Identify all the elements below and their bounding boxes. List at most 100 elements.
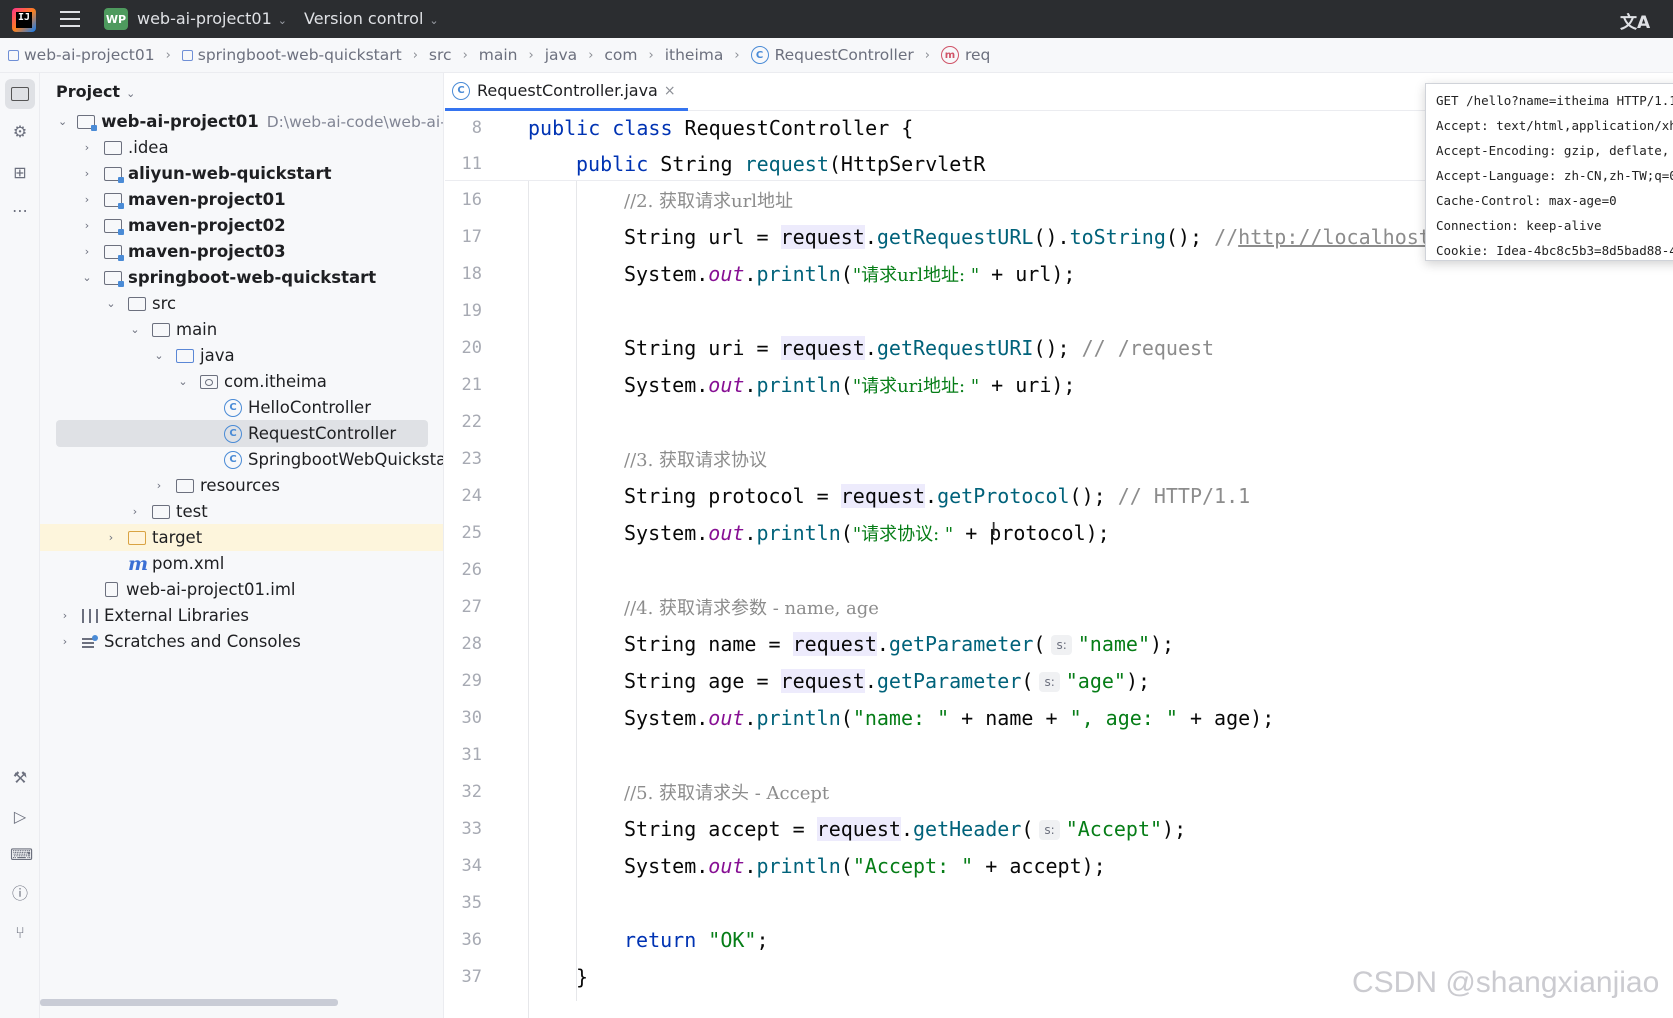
structure-icon[interactable]: ⊞ xyxy=(10,163,30,183)
build-hammer-icon[interactable]: ⚒ xyxy=(10,768,30,788)
line-number: 25 xyxy=(461,522,482,543)
parameter-hint: s: xyxy=(1039,672,1060,692)
string-literal: "请求url地址: " xyxy=(852,264,980,286)
line-number: 30 xyxy=(461,707,482,728)
breadcrumb-item-src[interactable]: src xyxy=(429,46,452,64)
tree-item-idea[interactable]: › .idea xyxy=(40,134,443,161)
code-line[interactable]: 29 String age = request.getParameter(s: "… xyxy=(445,662,1673,699)
breadcrumb-item-class[interactable]: C RequestController xyxy=(750,46,914,64)
chevron-right-icon: › xyxy=(62,635,68,648)
class-icon: C xyxy=(750,46,769,64)
tree-item-test[interactable]: › test xyxy=(40,498,443,525)
breadcrumb-item-itheima[interactable]: itheima xyxy=(665,46,724,64)
module-folder-icon xyxy=(104,218,124,235)
tree-item-maven-project02[interactable]: › maven-project02 xyxy=(40,212,443,239)
tree-item-maven-project03[interactable]: › maven-project03 xyxy=(40,238,443,265)
folder-icon xyxy=(104,140,122,155)
tree-item-root[interactable]: ⌄ web-ai-project01 D:\web-ai-code\web-ai… xyxy=(40,108,443,135)
code-line[interactable]: 24 String protocol = request.getProtocol… xyxy=(445,477,1673,514)
method-declaration: public String request(HttpServletR xyxy=(576,151,986,176)
string-literal: "age" xyxy=(1065,668,1126,693)
code-line[interactable]: 32 //5. 获取请求头 - Accept xyxy=(445,773,1673,810)
string-literal: "请求协议: " xyxy=(852,523,954,545)
project-switcher[interactable]: web-ai-project01 ⌄ xyxy=(137,9,287,28)
code-line[interactable]: 26 xyxy=(445,551,1673,588)
translate-icon[interactable]: 文A xyxy=(1620,8,1650,33)
class-declaration: public class RequestController { xyxy=(528,115,914,140)
chevron-right-icon: › xyxy=(84,193,90,206)
tree-item-external-libraries[interactable]: › External Libraries xyxy=(40,602,443,629)
chevron-down-icon: ⌄ xyxy=(277,14,287,27)
tree-item-pom-xml[interactable]: m pom.xml xyxy=(40,550,443,577)
tree-item-request-controller[interactable]: C RequestController xyxy=(56,420,428,447)
more-tools-icon[interactable]: ⋯ xyxy=(10,201,30,221)
code-line[interactable]: 23 //3. 获取请求协议 xyxy=(445,440,1673,477)
code-line[interactable]: 25 System.out.println("请求协议: " + protoco… xyxy=(445,514,1673,551)
line-number: 28 xyxy=(461,633,482,654)
version-control-menu[interactable]: Version control ⌄ xyxy=(304,9,439,28)
code-line[interactable]: 19 xyxy=(445,292,1673,329)
code-line[interactable]: 35 xyxy=(445,884,1673,921)
tree-item-maven-project01[interactable]: › maven-project01 xyxy=(40,186,443,213)
intellij-logo-icon[interactable]: IJ xyxy=(12,8,36,32)
breadcrumb-item-module[interactable]: springboot-web-quickstart xyxy=(181,46,402,64)
breadcrumb-item-method[interactable]: m req xyxy=(940,46,990,64)
terminal-icon[interactable]: ⌨ xyxy=(10,845,33,865)
tab-request-controller[interactable]: C RequestController.java × xyxy=(445,73,688,111)
code-line[interactable]: 27 //4. 获取请求参数 - name, age xyxy=(445,588,1673,625)
parameter-hint: s: xyxy=(1039,820,1060,840)
tree-item-scratches[interactable]: › Scratches and Consoles xyxy=(40,628,443,655)
project-panel-header[interactable]: Project ⌄ xyxy=(56,82,135,101)
chevron-down-icon: ⌄ xyxy=(178,375,188,388)
code-line[interactable]: 21 System.out.println("请求uri地址: " + uri)… xyxy=(445,366,1673,403)
breadcrumb-item-com[interactable]: com xyxy=(604,46,637,64)
comment: //3. 获取请求协议 xyxy=(624,449,768,471)
code-line[interactable]: 20 String uri = request.getRequestURI();… xyxy=(445,329,1673,366)
tree-item-springboot-app[interactable]: C SpringbootWebQuickstart xyxy=(40,446,443,473)
tree-item-target[interactable]: › target xyxy=(40,524,443,551)
left-tool-strip: ⚙ ⊞ ⋯ ⚒ ▷ ⌨ ⓘ ⑂ xyxy=(0,73,40,1018)
class-icon: C xyxy=(224,398,242,417)
code-line[interactable]: 30 System.out.println("name: " + name + … xyxy=(445,699,1673,736)
code-line[interactable]: 36 return "OK"; xyxy=(445,921,1673,958)
project-badge[interactable]: WP xyxy=(104,8,128,30)
line-number: 17 xyxy=(461,226,482,247)
breadcrumb-item-main[interactable]: main xyxy=(479,46,518,64)
code-line[interactable]: 34 System.out.println("Accept: " + accep… xyxy=(445,847,1673,884)
string-literal: ", age: " xyxy=(1069,705,1178,730)
tree-item-aliyun-web-quickstart[interactable]: › aliyun-web-quickstart xyxy=(40,160,443,187)
horizontal-scrollbar[interactable] xyxy=(40,999,338,1006)
code-area[interactable]: 16 //2. 获取请求url地址 17 String url = reques… xyxy=(445,181,1673,1018)
tree-item-java[interactable]: ⌄ java xyxy=(40,342,443,369)
breadcrumb-item-java[interactable]: java xyxy=(545,46,577,64)
parameter-hint: s: xyxy=(1051,635,1072,655)
breadcrumb-item-project[interactable]: web-ai-project01 xyxy=(8,46,155,64)
project-panel: Project ⌄ ⌄ web-ai-project01 D:\web-ai-co… xyxy=(40,73,444,1018)
project-tool-icon[interactable] xyxy=(11,87,29,101)
settings-gear-icon[interactable]: ⚙ xyxy=(10,122,30,142)
module-folder-icon xyxy=(104,270,124,287)
git-branch-icon[interactable]: ⑂ xyxy=(10,923,30,943)
main-menu-icon[interactable] xyxy=(60,11,80,27)
tree-item-com-itheima[interactable]: ⌄ com.itheima xyxy=(40,368,443,395)
tree-item-springboot-web-quickstart[interactable]: ⌄ springboot-web-quickstart xyxy=(40,264,443,291)
tree-item-hello-controller[interactable]: C HelloController xyxy=(40,394,443,421)
tree-item-iml[interactable]: web-ai-project01.iml xyxy=(40,576,443,603)
code-line[interactable]: 28 String name = request.getParameter(s:… xyxy=(445,625,1673,662)
tree-item-resources[interactable]: › resources xyxy=(40,472,443,499)
popup-line: Connection: keep-alive xyxy=(1436,218,1602,233)
run-icon[interactable]: ▷ xyxy=(10,807,30,827)
line-number: 37 xyxy=(461,966,482,987)
tree-item-main[interactable]: ⌄ main xyxy=(40,316,443,343)
code-line[interactable]: 22 xyxy=(445,403,1673,440)
chevron-right-icon: › xyxy=(156,479,162,492)
code-line[interactable]: 31 xyxy=(445,736,1673,773)
problems-icon[interactable]: ⓘ xyxy=(10,884,30,904)
line-number: 21 xyxy=(461,374,482,395)
library-icon xyxy=(82,608,98,623)
code-line[interactable]: 33 String accept = request.getHeader(s: "… xyxy=(445,810,1673,847)
chevron-right-icon: › xyxy=(62,609,68,622)
line-number: 26 xyxy=(461,559,482,580)
tree-item-src[interactable]: ⌄ src xyxy=(40,290,443,317)
close-icon[interactable]: × xyxy=(664,83,676,99)
